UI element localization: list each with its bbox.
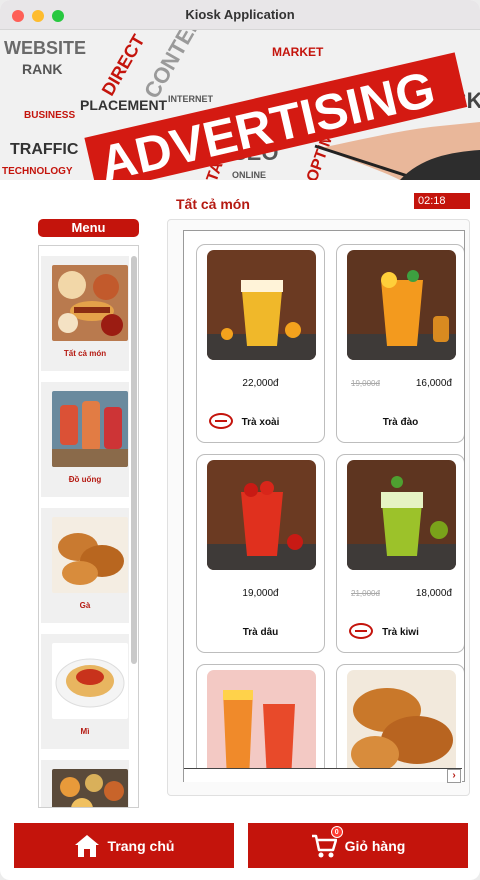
fried-chicken-icon — [52, 517, 128, 593]
banner-word: TRAFFIC — [10, 141, 79, 158]
category-chicken[interactable]: Gà — [41, 508, 129, 623]
product-card-tra-xoai[interactable]: 22,000đ Trà xoài — [196, 244, 325, 443]
product-old-price: 21,000đ — [351, 589, 380, 598]
category-label: Gà — [79, 601, 91, 610]
menu-scrollbar[interactable] — [131, 256, 137, 664]
category-drinks[interactable]: Đồ uống — [41, 382, 129, 497]
product-card-5[interactable] — [196, 664, 325, 781]
product-image — [347, 670, 456, 780]
category-all-dishes[interactable]: Tất cả món — [41, 256, 129, 371]
scroll-right-arrow-icon[interactable]: › — [447, 769, 461, 783]
product-name: Trà xoài — [241, 417, 280, 428]
home-button[interactable]: Trang chủ — [14, 823, 234, 868]
snacks-icon — [52, 769, 128, 807]
product-price: 16,000đ — [415, 378, 452, 389]
product-name: Trà dâu — [242, 627, 279, 638]
kiosk-window: Kiosk Application WEBSITE RANK DIRECT CO… — [0, 0, 480, 880]
cart-count-badge: 0 — [330, 825, 343, 838]
product-card-tra-dau[interactable]: 19,000đ Trà dâu — [196, 454, 325, 653]
banner-word: MARKET — [272, 45, 324, 59]
product-image — [207, 460, 316, 570]
spaghetti-icon — [52, 643, 128, 719]
banner-word: TECHNOLOGY — [2, 166, 73, 177]
category-label: Đồ uống — [68, 475, 102, 484]
product-name: Trà kiwi — [382, 627, 419, 638]
product-panel: 22,000đ Trà xoài 19,000đ 16,000đ Trà đào… — [167, 219, 470, 796]
product-card-tra-kiwi[interactable]: 21,000đ 18,000đ Trà kiwi — [336, 454, 464, 653]
session-timer: 02:18 — [414, 193, 470, 209]
product-horizontal-scrollbar[interactable] — [184, 768, 462, 782]
category-noodles[interactable]: Mì — [41, 634, 129, 749]
banner-word: INTERNET — [168, 94, 214, 104]
product-old-price: 19,000đ — [351, 379, 380, 388]
product-price: 18,000đ — [415, 588, 452, 599]
drinks-icon — [52, 391, 128, 467]
product-card-tra-dao[interactable]: 19,000đ 16,000đ Trà đào — [336, 244, 464, 443]
home-button-label: Trang chủ — [107, 837, 175, 854]
shopping-cart-icon: 0 — [311, 825, 343, 859]
banner-word: RANK — [22, 61, 62, 77]
cart-button-label: Giỏ hàng — [344, 837, 406, 854]
food-platter-icon — [52, 265, 128, 341]
banner-word: ONLINE — [232, 170, 266, 180]
product-grid[interactable]: 22,000đ Trà xoài 19,000đ 16,000đ Trà đào… — [183, 230, 465, 782]
product-image — [207, 670, 316, 780]
product-price: 19,000đ — [242, 588, 279, 599]
window-title: Kiosk Application — [185, 7, 295, 22]
category-label: Mì — [80, 727, 90, 736]
menu-header: Menu — [38, 219, 139, 237]
banner-image: WEBSITE RANK DIRECT CONTENT MARKET RISK … — [0, 30, 480, 180]
banner-word: BUSINESS — [24, 110, 75, 121]
banner-word: PLACEMENT — [80, 97, 168, 113]
menu-category-list[interactable]: Tất cả món Đồ uống Gà Mì — [38, 245, 139, 808]
product-card-6[interactable] — [336, 664, 464, 781]
product-image — [207, 250, 316, 360]
product-price: 22,000đ — [242, 378, 279, 389]
category-snacks[interactable] — [41, 760, 129, 807]
banner-word: WEBSITE — [4, 38, 86, 58]
product-name: Trà đào — [382, 417, 419, 428]
category-label: Tất cả món — [63, 349, 107, 358]
section-title: Tất cả món — [176, 196, 250, 212]
product-image — [347, 460, 456, 570]
product-image — [347, 250, 456, 360]
home-icon — [74, 833, 100, 859]
advertising-banner: WEBSITE RANK DIRECT CONTENT MARKET RISK … — [0, 30, 480, 180]
cart-button[interactable]: 0 Giỏ hàng — [248, 823, 468, 868]
title-bar: Kiosk Application — [0, 0, 480, 30]
